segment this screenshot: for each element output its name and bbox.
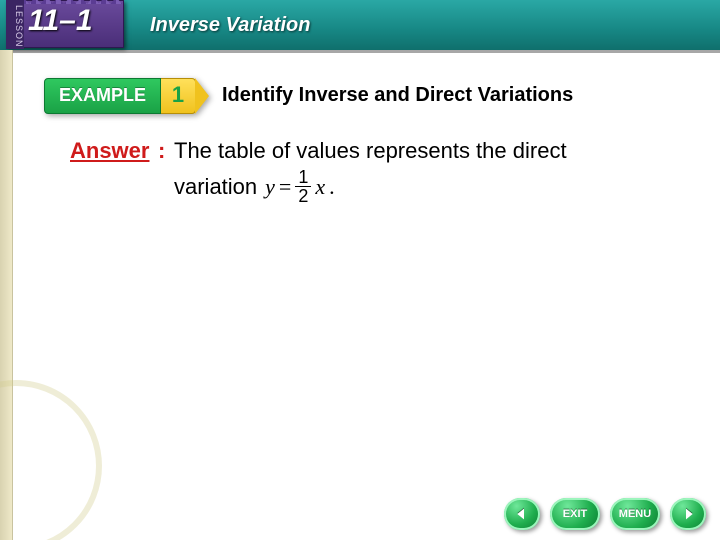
decorative-arc: [0, 380, 102, 540]
side-strip: [0, 50, 13, 540]
equation-denominator: 2: [295, 186, 311, 205]
equation-fraction: 1 2: [295, 168, 311, 205]
equation-period: .: [329, 174, 335, 200]
lesson-number: 11–1: [28, 4, 93, 38]
slide: LESSON 11–1 Inverse Variation EXAMPLE 1 …: [0, 0, 720, 540]
prev-button[interactable]: [504, 498, 540, 530]
example-badge: EXAMPLE 1: [44, 78, 209, 114]
next-button[interactable]: [670, 498, 706, 530]
example-badge-arrow-icon: [195, 78, 209, 114]
example-label: EXAMPLE: [44, 78, 161, 114]
equation-numerator: 1: [295, 168, 311, 186]
exit-button[interactable]: EXIT: [550, 498, 600, 530]
lesson-ribbon: LESSON 11–1: [6, 0, 136, 60]
footer-nav: EXIT MENU: [504, 498, 706, 530]
menu-button[interactable]: MENU: [610, 498, 660, 530]
answer-text-line1: The table of values represents the direc…: [174, 138, 567, 164]
arrow-left-icon: [514, 506, 530, 522]
arrow-right-icon: [680, 506, 696, 522]
example-title: Identify Inverse and Direct Variations: [222, 84, 573, 107]
equation-lhs: y: [265, 174, 275, 200]
lesson-side-label: LESSON: [6, 0, 24, 49]
answer-text-line2: variation y = 1 2 x .: [174, 168, 335, 205]
equation-rhs: x: [315, 174, 325, 200]
equation-equals: =: [279, 174, 291, 200]
lesson-title: Inverse Variation: [150, 14, 310, 37]
answer-colon: :: [158, 138, 165, 164]
answer-equation: y = 1 2 x .: [265, 168, 334, 205]
example-number: 1: [161, 78, 196, 114]
answer-line2-prefix: variation: [174, 174, 257, 200]
answer-label: Answer: [70, 138, 149, 164]
